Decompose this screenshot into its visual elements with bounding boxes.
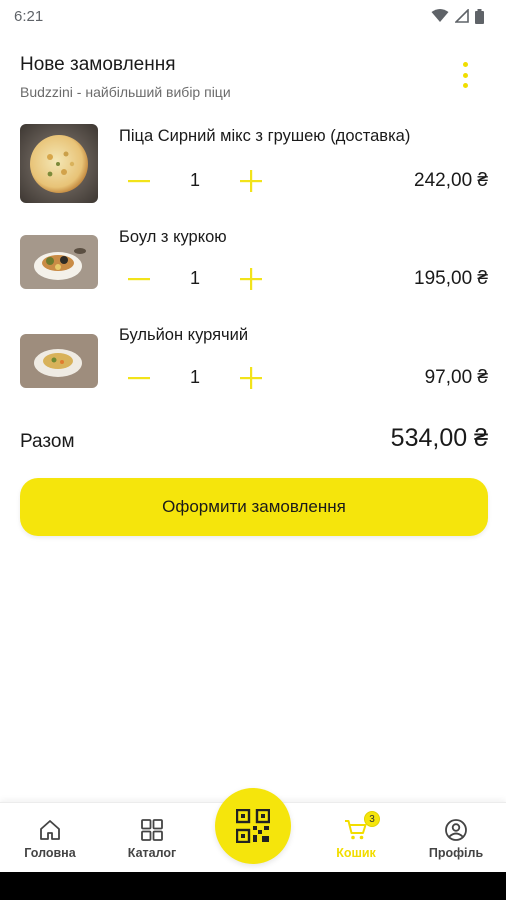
item-quantity: 1 [189, 170, 200, 190]
item-price: 242,00 ₴ [414, 170, 488, 191]
qr-scan-button[interactable] [215, 788, 291, 864]
home-icon [40, 820, 60, 840]
increase-quantity-button[interactable] [231, 361, 271, 395]
nav-label: Каталог [127, 846, 177, 860]
order-header: Нове замовлення Budzzini - найбільший ви… [20, 50, 486, 104]
nav-label: Кошик [336, 846, 376, 860]
page-title: Нове замовлення [20, 54, 176, 75]
item-price: 195,00 ₴ [414, 268, 488, 289]
quantity-stepper: 1 97,00 ₴ [119, 361, 488, 395]
item-name: Бульйон курячий [119, 326, 249, 344]
checkout-button[interactable]: Оформити замовлення [20, 478, 488, 536]
total-value: 534,00 ₴ [390, 424, 488, 452]
decrease-quantity-button[interactable] [119, 361, 159, 395]
status-bar: 6:21 [0, 0, 506, 32]
system-navigation-bar [0, 872, 506, 900]
cart-item: Боул з куркою 1 195,00 ₴ [20, 228, 488, 296]
profile-icon [445, 819, 467, 841]
grid-icon [141, 819, 163, 841]
nav-item-cart[interactable]: 3 Кошик [316, 803, 396, 873]
page-subtitle: Budzzini - найбільший вибір піци [20, 84, 231, 100]
product-image-bowl [20, 235, 98, 289]
cart-item: Бульйон курячий 1 97,00 ₴ [20, 326, 488, 394]
battery-icon [475, 8, 484, 24]
item-name: Боул з куркою [119, 228, 227, 246]
item-price: 97,00 ₴ [424, 367, 488, 388]
item-quantity: 1 [189, 367, 200, 387]
nav-label: Профіль [428, 846, 484, 860]
wifi-icon [431, 9, 449, 22]
item-quantity: 1 [189, 268, 200, 288]
nav-item-profile[interactable]: Профіль [416, 803, 496, 873]
status-time: 6:21 [14, 7, 44, 25]
signal-icon [455, 9, 469, 23]
cart-count-badge: 3 [364, 811, 380, 827]
quantity-stepper: 1 242,00 ₴ [119, 164, 488, 198]
increase-quantity-button[interactable] [231, 164, 271, 198]
nav-item-home[interactable]: Головна [10, 803, 90, 873]
status-icons [431, 8, 484, 24]
decrease-quantity-button[interactable] [119, 164, 159, 198]
nav-label: Головна [24, 846, 76, 860]
cart-item: Піца Сирний мікс з грушею (доставка) 1 2… [20, 124, 488, 204]
qr-code-icon [236, 809, 270, 843]
item-name: Піца Сирний мікс з грушею (доставка) [119, 127, 411, 145]
quantity-stepper: 1 195,00 ₴ [119, 262, 488, 296]
increase-quantity-button[interactable] [231, 262, 271, 296]
total-label: Разом [20, 431, 75, 452]
more-options-icon[interactable] [460, 62, 470, 88]
nav-item-catalog[interactable]: Каталог [112, 803, 192, 873]
product-image-broth [20, 334, 98, 388]
order-total: Разом 534,00 ₴ [20, 422, 488, 458]
product-image-pizza [20, 124, 98, 203]
decrease-quantity-button[interactable] [119, 262, 159, 296]
